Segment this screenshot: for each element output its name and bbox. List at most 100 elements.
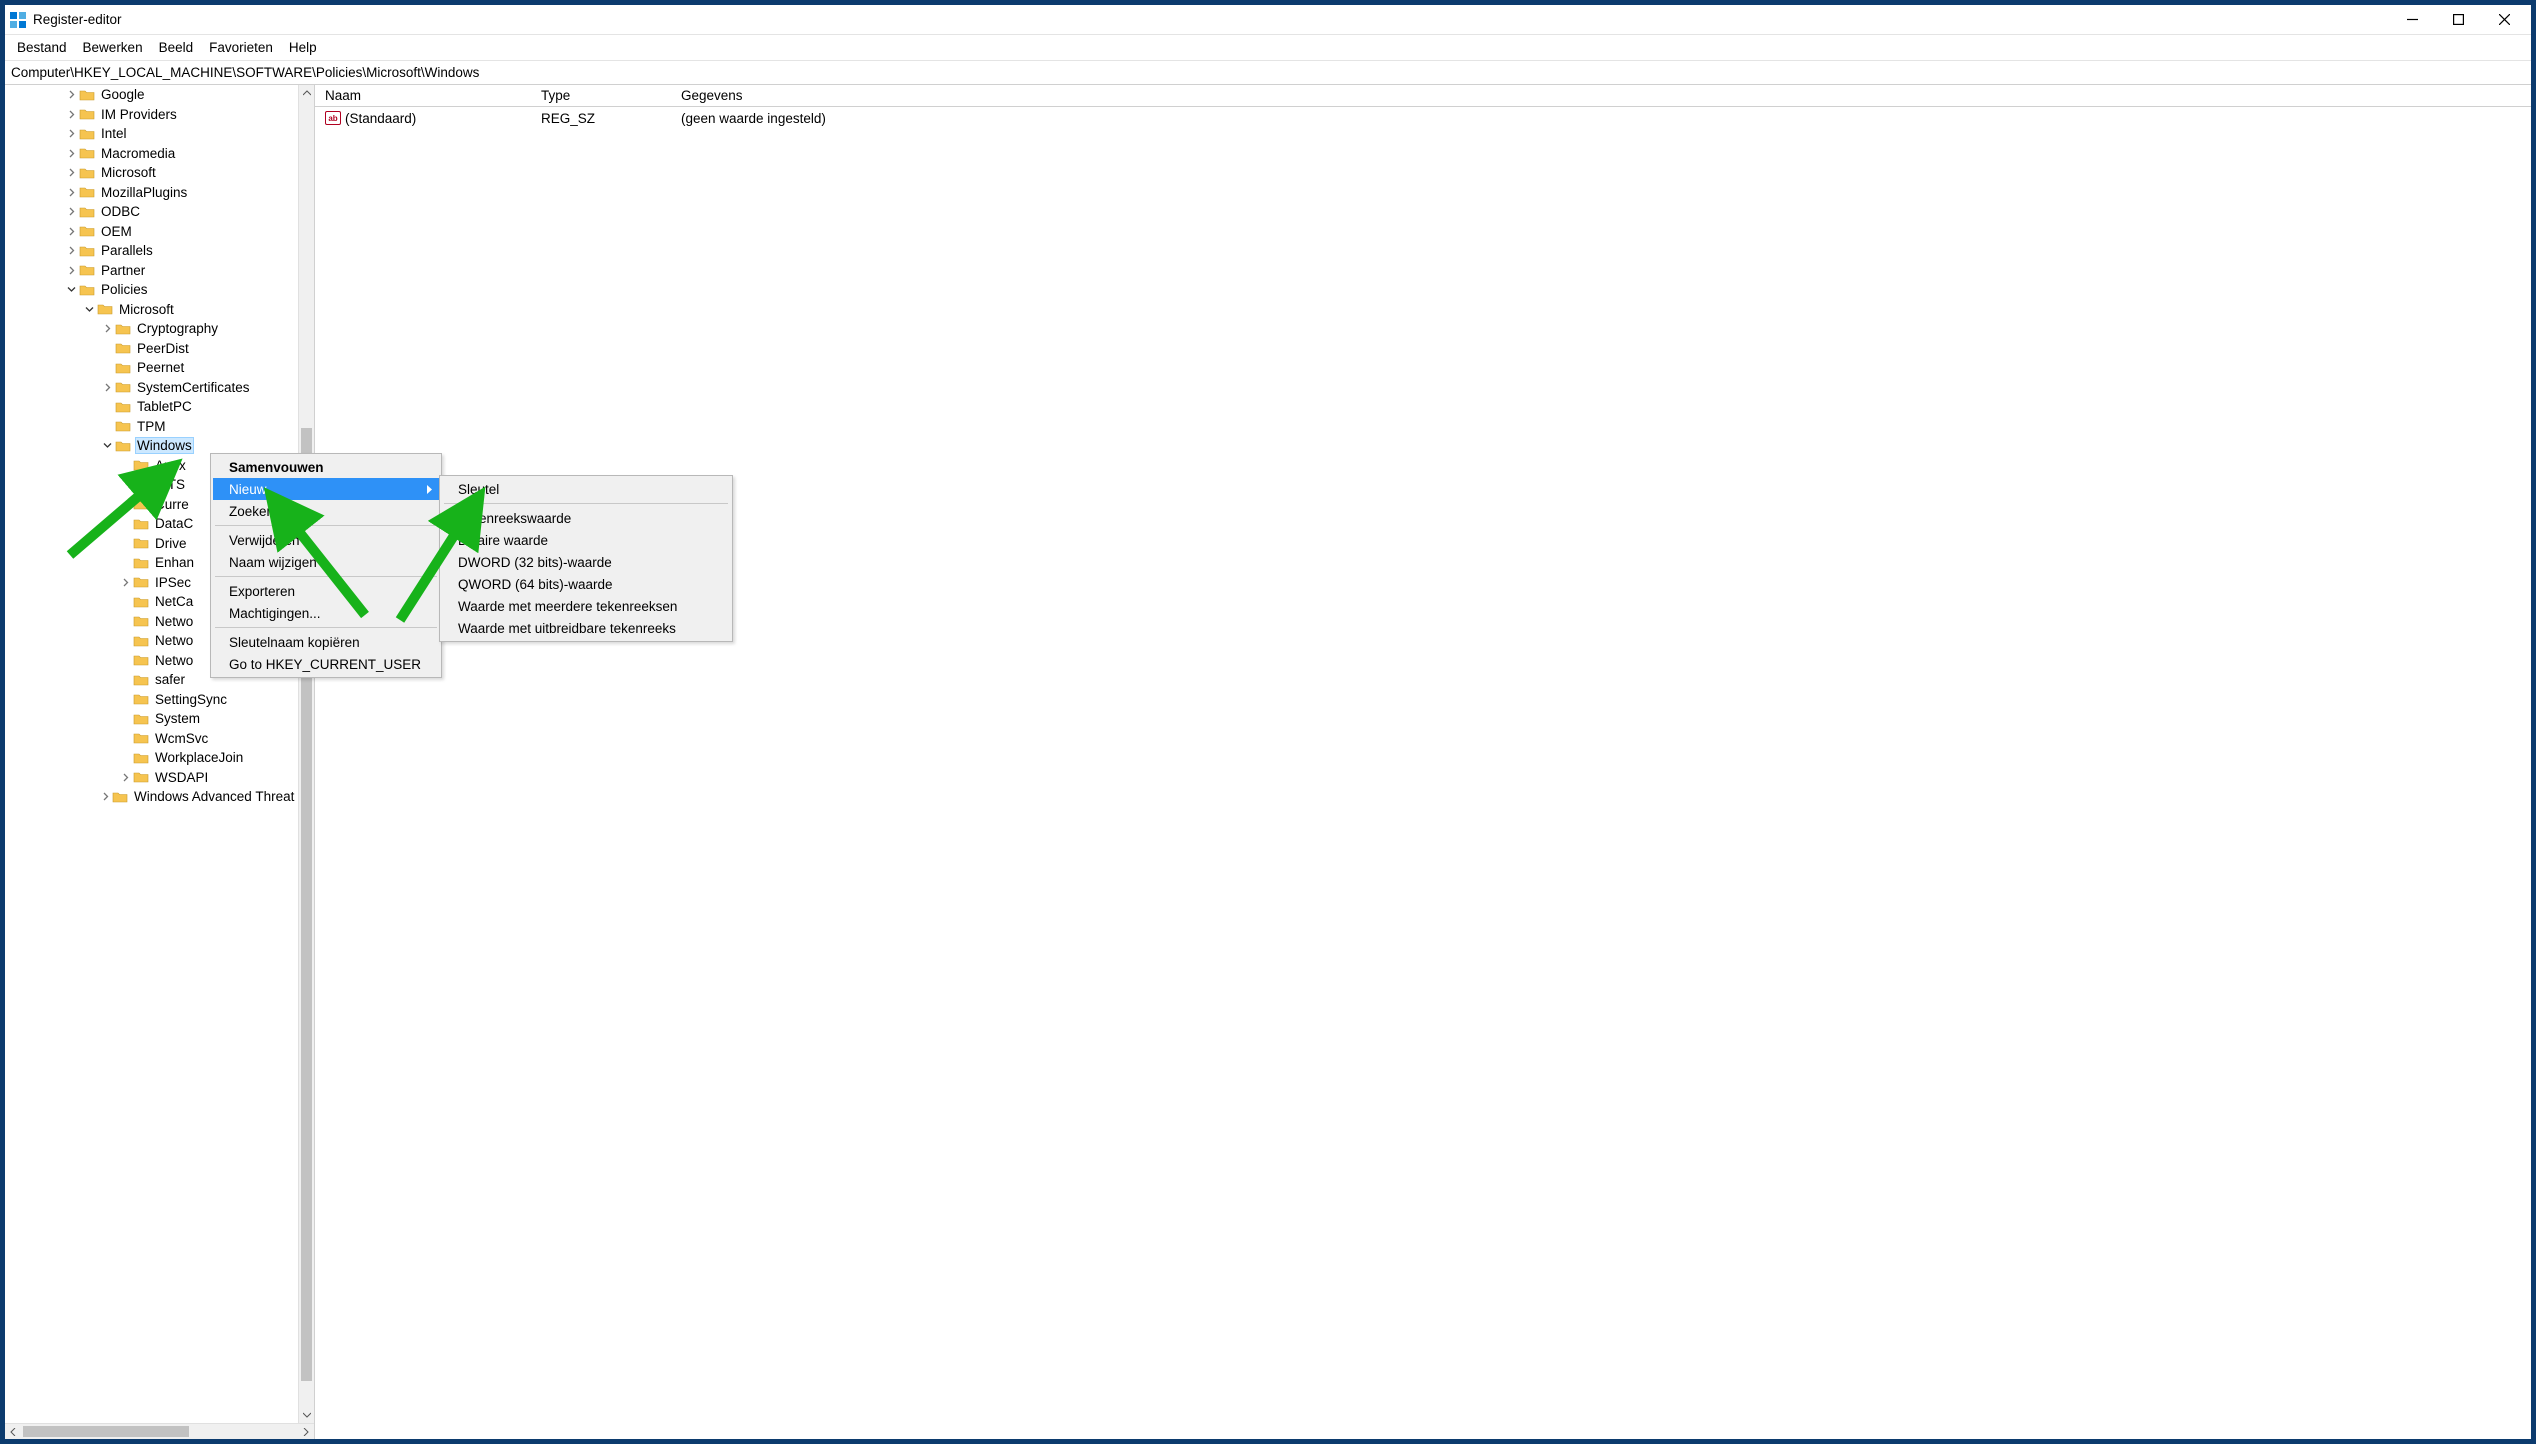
chevron-right-icon[interactable] — [119, 773, 131, 782]
chevron-right-icon[interactable] — [65, 90, 77, 99]
scroll-up-icon[interactable] — [299, 85, 314, 101]
tree-node-label: IPSec — [153, 575, 193, 590]
chevron-down-icon[interactable] — [83, 305, 95, 314]
context-menu-item[interactable]: Waarde met meerdere tekenreeksen — [442, 595, 730, 617]
menu-help[interactable]: Help — [281, 35, 325, 60]
chevron-down-icon[interactable] — [101, 441, 113, 450]
chevron-right-icon[interactable] — [65, 266, 77, 275]
context-menu-item[interactable]: Tekenreekswaarde — [442, 507, 730, 529]
tree-node[interactable]: Partner — [5, 261, 314, 281]
tree-node[interactable]: PeerDist — [5, 339, 314, 359]
context-menu-item[interactable]: Machtigingen... — [213, 602, 439, 624]
tree-node-label: BITS — [153, 477, 187, 492]
context-menu-item[interactable]: Sleutelnaam kopiëren — [213, 631, 439, 653]
folder-icon — [133, 595, 149, 609]
maximize-button[interactable] — [2435, 5, 2481, 35]
folder-icon — [133, 575, 149, 589]
scroll-left-icon[interactable] — [5, 1424, 21, 1439]
chevron-right-icon[interactable] — [65, 110, 77, 119]
tree-node-label: Netwo — [153, 614, 195, 629]
tree-node-label: Cryptography — [135, 321, 220, 336]
chevron-right-icon[interactable] — [65, 129, 77, 138]
values-list-pane: Naam Type Gegevens ab (Standaard) REG_SZ… — [315, 85, 2531, 1439]
menu-beeld[interactable]: Beeld — [151, 35, 202, 60]
header-type[interactable]: Type — [531, 88, 671, 103]
context-menu-item[interactable]: Zoeken... — [213, 500, 439, 522]
tree-node[interactable]: MozillaPlugins — [5, 183, 314, 203]
tree-node[interactable]: Peernet — [5, 358, 314, 378]
tree-node[interactable]: Macromedia — [5, 144, 314, 164]
close-button[interactable] — [2481, 5, 2527, 35]
context-menu-item[interactable]: Naam wijzigen — [213, 551, 439, 573]
menu-favorieten[interactable]: Favorieten — [201, 35, 281, 60]
tree-node[interactable]: IM Providers — [5, 105, 314, 125]
tree-node[interactable]: SystemCertificates — [5, 378, 314, 398]
tree-node[interactable]: OEM — [5, 222, 314, 242]
tree-node[interactable]: Cryptography — [5, 319, 314, 339]
chevron-down-icon[interactable] — [65, 285, 77, 294]
tree-node[interactable]: Google — [5, 85, 314, 105]
context-menu-item[interactable]: DWORD (32 bits)-waarde — [442, 551, 730, 573]
context-menu-item[interactable]: Samenvouwen — [213, 456, 439, 478]
tree-node[interactable]: ODBC — [5, 202, 314, 222]
chevron-right-icon[interactable] — [65, 168, 77, 177]
context-menu-item[interactable]: Go to HKEY_CURRENT_USER — [213, 653, 439, 675]
chevron-right-icon[interactable] — [65, 149, 77, 158]
tree-node[interactable]: Policies — [5, 280, 314, 300]
tree-node[interactable]: Microsoft — [5, 300, 314, 320]
chevron-right-icon[interactable] — [65, 246, 77, 255]
context-menu-item[interactable]: Nieuw — [213, 478, 439, 500]
context-menu-item[interactable]: Sleutel — [442, 478, 730, 500]
context-menu-item[interactable]: Exporteren — [213, 580, 439, 602]
chevron-right-icon[interactable] — [65, 227, 77, 236]
menu-bewerken[interactable]: Bewerken — [75, 35, 151, 60]
tree-vertical-scrollbar[interactable] — [298, 85, 314, 1423]
tree-node[interactable]: Parallels — [5, 241, 314, 261]
context-menu-item[interactable]: Verwijderen — [213, 529, 439, 551]
folder-icon — [79, 166, 95, 180]
tree-node[interactable]: WSDAPI — [5, 768, 314, 788]
menu-bestand[interactable]: Bestand — [9, 35, 75, 60]
address-bar[interactable]: Computer\HKEY_LOCAL_MACHINE\SOFTWARE\Pol… — [5, 61, 2531, 85]
chevron-right-icon[interactable] — [101, 792, 110, 801]
scroll-down-icon[interactable] — [299, 1407, 314, 1423]
context-menu-item[interactable]: Binaire waarde — [442, 529, 730, 551]
folder-icon — [133, 731, 149, 745]
tree-node-label: Parallels — [99, 243, 155, 258]
tree-node[interactable]: Windows Advanced Threat Protection — [5, 787, 314, 807]
chevron-right-icon[interactable] — [101, 383, 113, 392]
tree-node[interactable]: WcmSvc — [5, 729, 314, 749]
chevron-right-icon[interactable] — [65, 207, 77, 216]
context-menu-item[interactable]: Waarde met uitbreidbare tekenreeks — [442, 617, 730, 639]
tree-node-label: Appx — [153, 458, 188, 473]
tree-node[interactable]: System — [5, 709, 314, 729]
tree-node-label: NetCa — [153, 594, 195, 609]
context-menu-item[interactable]: QWORD (64 bits)-waarde — [442, 573, 730, 595]
tree-node-label: Windows — [135, 437, 194, 454]
tree-node[interactable]: TPM — [5, 417, 314, 437]
header-gegevens[interactable]: Gegevens — [671, 88, 2531, 103]
tree-node[interactable]: SettingSync — [5, 690, 314, 710]
tree-horizontal-scrollbar[interactable] — [5, 1423, 314, 1439]
folder-icon — [79, 224, 95, 238]
header-naam[interactable]: Naam — [315, 88, 531, 103]
tree-node-label: MozillaPlugins — [99, 185, 189, 200]
scrollbar-thumb[interactable] — [23, 1426, 189, 1437]
scroll-right-icon[interactable] — [298, 1424, 314, 1439]
minimize-button[interactable] — [2389, 5, 2435, 35]
folder-icon — [133, 653, 149, 667]
list-row[interactable]: ab (Standaard) REG_SZ (geen waarde inges… — [315, 107, 2531, 129]
tree-node-label: Netwo — [153, 653, 195, 668]
tree-node[interactable]: Microsoft — [5, 163, 314, 183]
folder-icon — [112, 790, 128, 804]
folder-icon — [133, 712, 149, 726]
registry-tree[interactable]: GoogleIM ProvidersIntelMacromediaMicroso… — [5, 85, 314, 807]
tree-node[interactable]: WorkplaceJoin — [5, 748, 314, 768]
address-text: Computer\HKEY_LOCAL_MACHINE\SOFTWARE\Pol… — [11, 65, 479, 80]
tree-node[interactable]: TabletPC — [5, 397, 314, 417]
chevron-right-icon[interactable] — [65, 188, 77, 197]
tree-node[interactable]: Intel — [5, 124, 314, 144]
folder-icon — [79, 205, 95, 219]
chevron-right-icon[interactable] — [119, 578, 131, 587]
chevron-right-icon[interactable] — [101, 324, 113, 333]
